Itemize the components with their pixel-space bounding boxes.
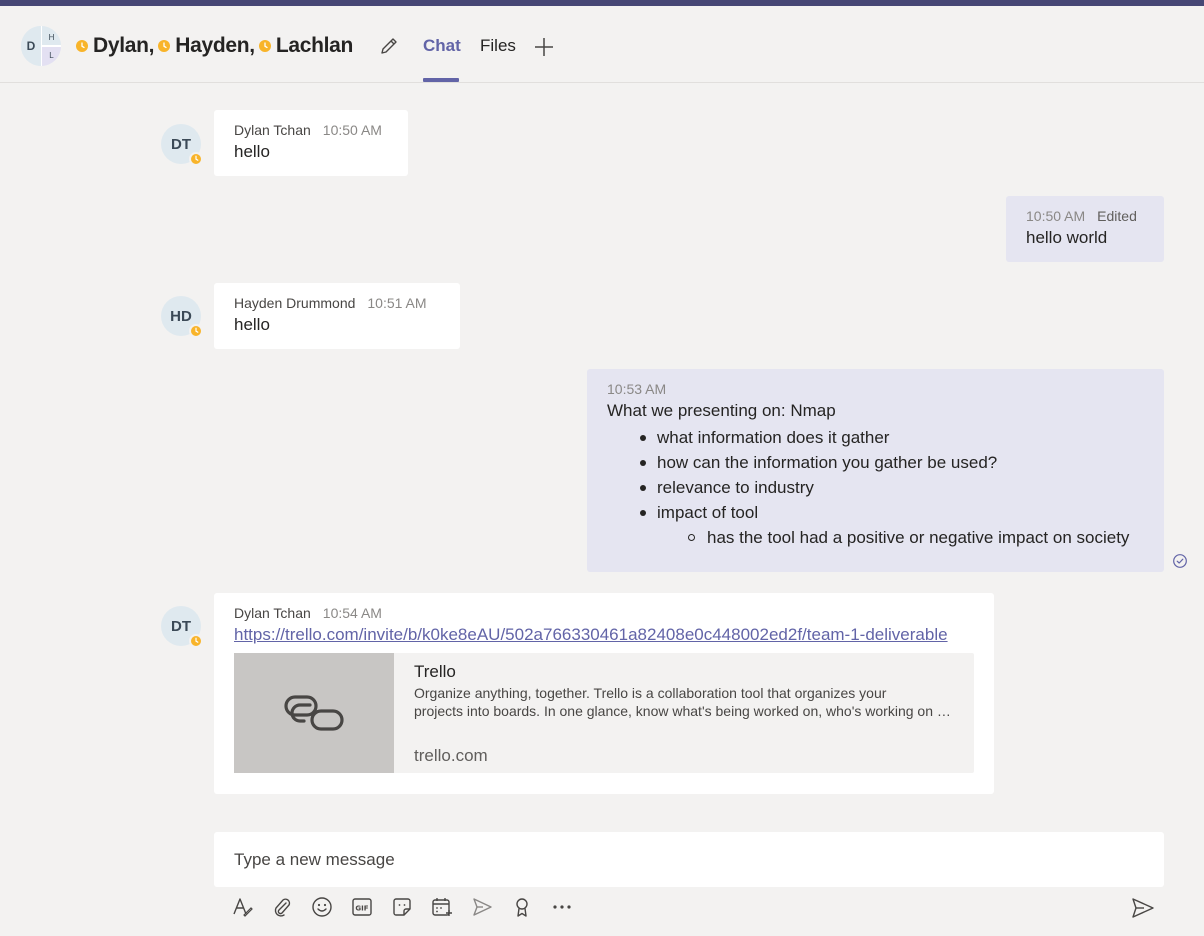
svg-text:GIF: GIF [355, 905, 368, 913]
message-input[interactable] [234, 849, 1144, 870]
send-icon [1132, 898, 1154, 918]
trello-link[interactable]: https://trello.com/invite/b/k0ke8eAU/502… [234, 625, 974, 645]
avatar[interactable]: HD [161, 296, 203, 338]
away-status-icon [189, 152, 203, 166]
link-preview-description-line: Organize anything, together. Trello is a… [414, 685, 887, 701]
list-item: how can the information you gather be us… [607, 450, 1144, 475]
away-status-icon [189, 634, 203, 648]
bullet-icon [640, 435, 646, 441]
praise-icon[interactable] [510, 894, 534, 920]
link-icon [284, 695, 344, 731]
group-avatar-initial-top-right: H [42, 26, 61, 45]
message-author: Dylan Tchan [234, 605, 311, 621]
message-text: hello [234, 315, 270, 334]
group-avatar[interactable]: D H L [21, 26, 61, 66]
list-item-text: impact of tool [657, 503, 759, 522]
message-meta: 10:53 AM [607, 381, 1144, 397]
message-bubble[interactable]: Dylan Tchan 10:54 AM https://trello.com/… [214, 593, 994, 794]
message-time: 10:50 AM [1026, 208, 1086, 224]
compose-box[interactable] [214, 832, 1164, 887]
avatar-initials: HD [170, 307, 192, 325]
list-item-text: how can the information you gather be us… [657, 453, 998, 472]
gif-icon[interactable]: GIF [350, 894, 374, 920]
message-text: What we presenting on: Nmap [607, 401, 836, 420]
compose-toolbar: GIF [230, 894, 574, 920]
group-avatar-divider [41, 45, 61, 47]
list-item: relevance to industry [607, 475, 1144, 500]
away-status-icon [76, 40, 88, 52]
participant-hayden[interactable]: Hayden, [158, 34, 255, 58]
bullet-icon [640, 460, 646, 466]
list-item: what information does it gather [607, 425, 1144, 450]
hollow-bullet-icon [688, 534, 695, 541]
sticker-icon[interactable] [390, 894, 414, 920]
link-preview-description: Organize anything, together. Trello is a… [414, 684, 959, 720]
list-item-text: what information does it gather [657, 428, 890, 447]
group-avatar-initial-bottom-right: L [42, 47, 61, 66]
group-avatar-initial-left: D [21, 26, 41, 66]
add-tab-icon[interactable] [533, 36, 555, 58]
message-time: 10:53 AM [607, 381, 667, 397]
emoji-icon[interactable] [310, 894, 334, 920]
away-status-icon [158, 40, 171, 52]
message-author: Dylan Tchan [234, 122, 311, 138]
message-time: 10:50 AM [322, 122, 382, 138]
message-bubble[interactable]: Dylan Tchan 10:50 AM hello [214, 110, 408, 176]
avatar-initials: DT [171, 617, 191, 635]
more-icon[interactable] [550, 894, 574, 920]
tab-files[interactable]: Files [480, 36, 516, 82]
message-author: Hayden Drummond [234, 295, 356, 311]
own-message-bubble[interactable]: 10:53 AM What we presenting on: Nmap wha… [587, 369, 1164, 572]
away-status-icon [258, 40, 271, 52]
list-item-text: has the tool had a positive or negative … [707, 528, 1130, 547]
format-icon[interactable] [230, 894, 254, 920]
link-preview-description-line: projects into boards. In one glance, kno… [414, 703, 959, 719]
sub-list-item: has the tool had a positive or negative … [607, 525, 1144, 550]
edit-name-icon[interactable] [378, 35, 400, 57]
stream-icon[interactable] [470, 894, 494, 920]
list-item: impact of tool [607, 500, 1144, 525]
bullet-icon [640, 485, 646, 491]
send-button[interactable] [1130, 895, 1156, 921]
participant-lachlan[interactable]: Lachlan [258, 34, 354, 58]
message-meta: Hayden Drummond 10:51 AM [234, 295, 440, 311]
participant-dylan[interactable]: Dylan, [76, 34, 155, 58]
own-message-bubble[interactable]: 10:50 AM Edited hello world [1006, 196, 1164, 262]
participant-name: Lachlan [275, 34, 354, 57]
schedule-meeting-icon[interactable] [430, 894, 454, 920]
bullet-icon [640, 510, 646, 516]
edited-label: Edited [1097, 208, 1137, 224]
message-meta: Dylan Tchan 10:54 AM [234, 605, 974, 621]
message-text: hello [234, 142, 270, 161]
message-time: 10:51 AM [367, 295, 427, 311]
message-time: 10:54 AM [322, 605, 382, 621]
message-text: hello world [1026, 228, 1108, 247]
link-preview-domain: trello.com [414, 746, 488, 765]
link-preview-thumbnail [234, 653, 394, 773]
chat-participants[interactable]: Dylan, Hayden, Lachlan [76, 33, 357, 59]
participant-name: Dylan, [93, 34, 155, 57]
away-status-icon [189, 324, 203, 338]
avatar[interactable]: DT [161, 124, 203, 166]
participant-name: Hayden, [175, 34, 255, 57]
tab-chat[interactable]: Chat [423, 36, 461, 82]
message-bubble[interactable]: Hayden Drummond 10:51 AM hello [214, 283, 460, 349]
link-preview-card[interactable]: Trello Organize anything, together. Trel… [234, 653, 974, 773]
message-meta: Dylan Tchan 10:50 AM [234, 122, 388, 138]
avatar-initials: DT [171, 135, 191, 153]
attach-icon[interactable] [270, 894, 294, 920]
list-item-text: relevance to industry [657, 478, 814, 497]
read-receipt-icon [1172, 553, 1188, 569]
chat-header: D H L Dylan, Hayden, Lachlan Chat Files [0, 6, 1204, 83]
message-meta: 10:50 AM Edited [1026, 208, 1144, 224]
link-preview-title: Trello [414, 662, 456, 681]
bullet-list: what information does it gather how can … [607, 425, 1144, 550]
avatar[interactable]: DT [161, 606, 203, 648]
